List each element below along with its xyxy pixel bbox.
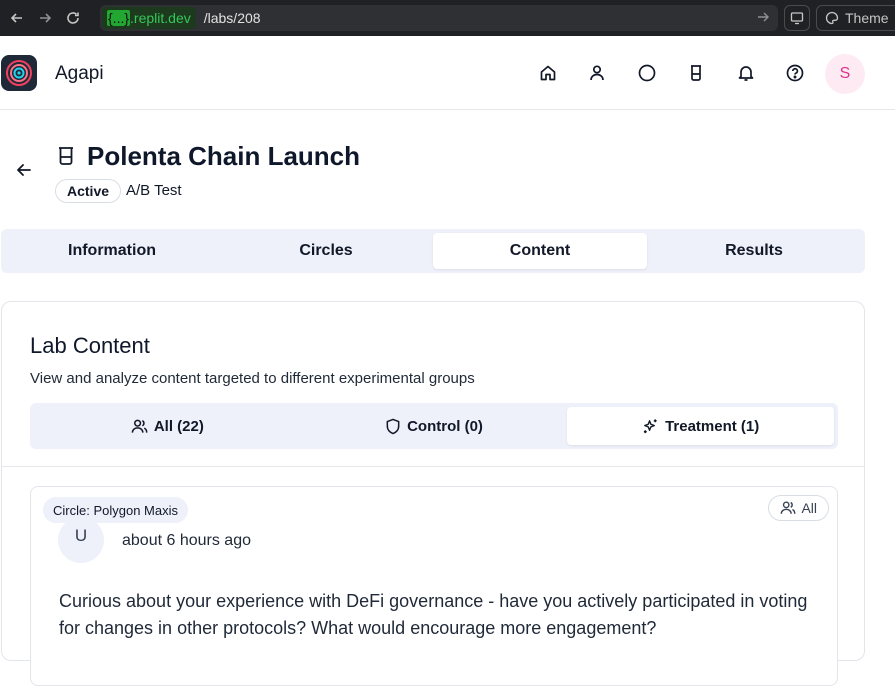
sparkles-icon (643, 418, 657, 433)
address-bar[interactable]: {...} .replit.dev /labs/208 (100, 5, 778, 31)
help-icon[interactable] (785, 63, 805, 83)
go-arrow-icon[interactable] (756, 10, 770, 24)
audience-badge: All (768, 495, 829, 521)
app-header: Agapi S (0, 36, 895, 110)
status-badge: Active (55, 179, 122, 203)
theme-label: Theme (845, 10, 889, 26)
browser-toolbar: {...} .replit.dev /labs/208 Theme (0, 0, 895, 36)
divider (2, 466, 864, 467)
tab-content[interactable]: Content (433, 233, 647, 269)
user-icon[interactable] (587, 63, 607, 83)
users-icon (781, 501, 796, 514)
palette-icon (825, 11, 839, 25)
content-post: Circle: Polygon Maxis All U about 6 hour… (30, 486, 838, 686)
circle-badge: Circle: Polygon Maxis (43, 497, 188, 523)
beaker-icon[interactable] (686, 63, 706, 83)
url-host-badge: {...} .replit.dev (102, 7, 196, 29)
tab-all[interactable]: All (22) (34, 407, 301, 445)
author-avatar: U (58, 517, 104, 563)
forward-arrow-icon[interactable] (34, 7, 56, 29)
reload-icon[interactable] (62, 7, 84, 29)
users-icon (131, 419, 148, 433)
url-path: /labs/208 (203, 10, 261, 26)
page-title: Polenta Chain Launch (87, 141, 361, 171)
home-icon[interactable] (538, 63, 558, 83)
app-logo[interactable] (1, 55, 37, 91)
tab-treatment[interactable]: Treatment (1) (567, 407, 835, 445)
lab-type-label: A/B Test (126, 182, 182, 199)
arrow-left-icon (17, 164, 31, 176)
theme-button[interactable]: Theme (816, 5, 895, 31)
post-body: Curious about your experience with DeFi … (59, 591, 808, 638)
shield-icon (386, 418, 400, 434)
card-subtitle: View and analyze content targeted to dif… (30, 370, 475, 387)
post-timestamp: about 6 hours ago (122, 532, 251, 549)
tab-treatment-label: Treatment (1) (665, 417, 760, 435)
url-braces: {...} (107, 10, 131, 26)
tab-control-label: Control (0) (407, 417, 483, 435)
user-avatar[interactable]: S (825, 54, 865, 94)
group-tabs: All (22) Control (0) Treatment (1) (30, 403, 838, 449)
back-arrow-icon[interactable] (6, 7, 28, 29)
bell-icon[interactable] (736, 63, 756, 83)
card-title: Lab Content (30, 333, 150, 358)
tab-circles[interactable]: Circles (219, 233, 433, 269)
audience-label: All (801, 500, 817, 516)
app-name[interactable]: Agapi (55, 63, 104, 85)
tab-control[interactable]: Control (0) (301, 407, 568, 445)
lab-content-card: Lab Content View and analyze content tar… (1, 301, 865, 686)
devtools-screen-icon[interactable] (784, 5, 810, 31)
main-tabs: Information Circles Content Results (1, 229, 865, 273)
back-button[interactable] (14, 160, 34, 180)
tab-all-label: All (22) (153, 417, 204, 435)
tab-results[interactable]: Results (647, 233, 861, 269)
circle-icon[interactable] (637, 63, 657, 83)
tab-information[interactable]: Information (5, 233, 219, 269)
url-host: .replit.dev (130, 10, 191, 26)
beaker-icon (57, 146, 75, 166)
